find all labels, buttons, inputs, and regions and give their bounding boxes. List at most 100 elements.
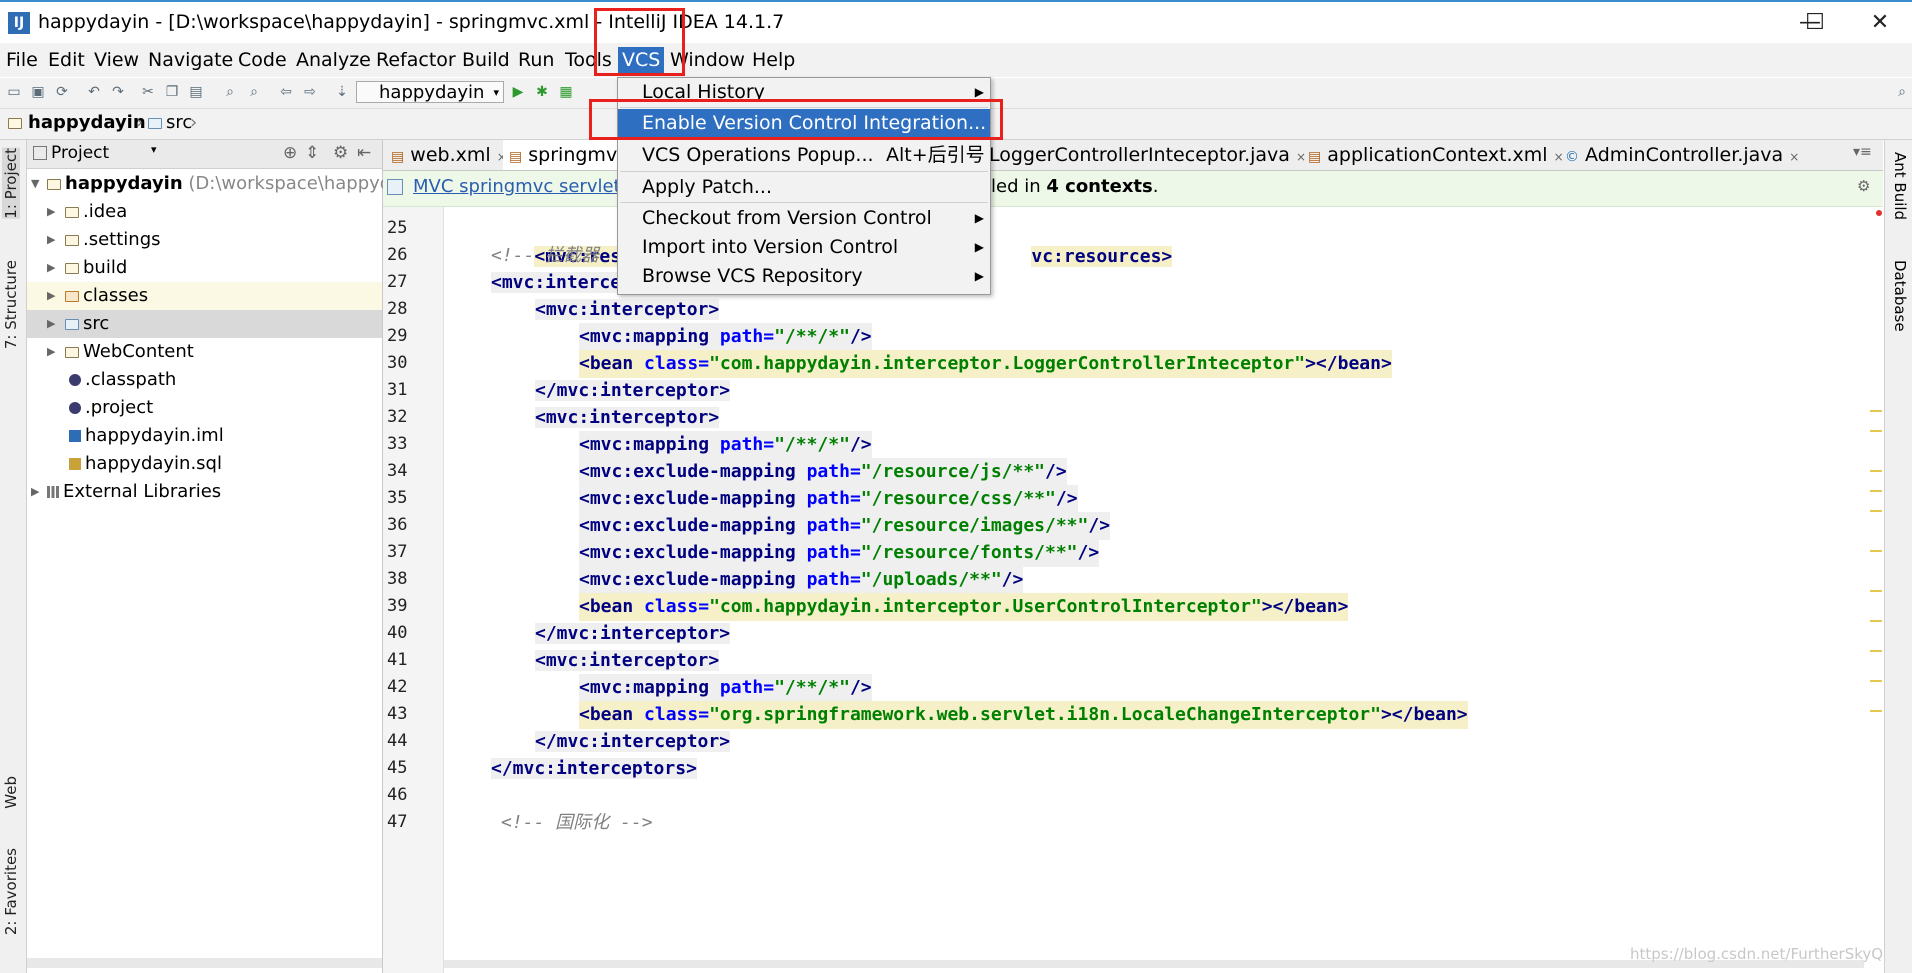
build-icon[interactable]: ⇣ [334, 84, 350, 100]
gear-icon[interactable]: ⚙ [333, 143, 348, 163]
configure-icon[interactable]: ⚙ [1857, 177, 1870, 195]
tree-item[interactable]: ▶ build [27, 254, 382, 282]
menu-file[interactable]: File [6, 49, 38, 71]
context-link[interactable]: MVC springmvc servlet [413, 176, 621, 197]
chevron-right-icon[interactable]: ▶ [31, 478, 41, 506]
tab-favorites[interactable]: 2: Favorites [2, 848, 20, 935]
tree-item[interactable]: happydayin.sql [27, 450, 382, 478]
stripe-mark[interactable] [1870, 430, 1882, 432]
tree-item[interactable]: ▶ classes [27, 282, 382, 310]
line-number: 33 [387, 434, 408, 454]
xml-value: "org.springframework.web.servlet.i18n.Lo… [709, 704, 1381, 725]
menu-item-import[interactable]: Import into Version Control ▶ [618, 233, 990, 261]
code-editor[interactable]: 25 26 27 28 29 30 31 32 33 34 35 36 37 3… [383, 207, 1883, 973]
error-stripe-icon[interactable] [1876, 210, 1882, 216]
menu-run[interactable]: Run [518, 49, 554, 71]
find-icon[interactable]: ⌕ [222, 84, 238, 100]
tree-item[interactable]: ▶ External Libraries [27, 478, 382, 506]
maximize-button[interactable]: ☐ [1785, 8, 1845, 38]
tree-item[interactable]: ▶ WebContent [27, 338, 382, 366]
menu-edit[interactable]: Edit [48, 49, 85, 71]
stripe-mark[interactable] [1870, 550, 1882, 552]
paste-icon[interactable]: ▤ [188, 84, 204, 100]
xml-attr: path= [806, 542, 861, 563]
xml-value: "/**/*" [774, 326, 850, 347]
close-icon[interactable]: × [1789, 150, 1799, 164]
run-icon[interactable]: ▶ [510, 84, 526, 100]
menu-refactor[interactable]: Refactor [376, 49, 456, 71]
line-number: 40 [387, 623, 408, 643]
tab-admin-controller[interactable]: © AdminController.java × [1559, 140, 1805, 170]
redo-icon[interactable]: ↷ [110, 84, 126, 100]
error-stripe[interactable] [1870, 390, 1882, 750]
breadcrumb-src[interactable]: src [166, 112, 192, 133]
stripe-mark[interactable] [1870, 680, 1882, 682]
menu-item-apply-patch[interactable]: Apply Patch... [618, 173, 990, 201]
tree-item[interactable]: happydayin.iml [27, 422, 382, 450]
stripe-mark[interactable] [1870, 710, 1882, 712]
code-line-44: </mvc:interceptor> [535, 728, 731, 756]
chevron-down-icon[interactable]: ▼ [31, 170, 41, 198]
menu-code[interactable]: Code [238, 49, 287, 71]
chevron-right-icon[interactable]: ▶ [47, 282, 57, 310]
tab-logger-interceptor[interactable]: LoggerControllerInteceptor.java × [983, 140, 1312, 170]
stripe-mark[interactable] [1870, 590, 1882, 592]
menu-help[interactable]: Help [752, 49, 795, 71]
menu-navigate[interactable]: Navigate [148, 49, 233, 71]
debug-icon[interactable]: ✱ [534, 84, 550, 100]
run-config-select[interactable]: happydayin ▾ [356, 81, 504, 103]
chevron-right-icon[interactable]: ▶ [47, 226, 57, 254]
tree-item[interactable]: .project [27, 394, 382, 422]
menu-item-vcs-popup[interactable]: VCS Operations Popup... Alt+后引号 [618, 141, 990, 169]
menu-item-browse[interactable]: Browse VCS Repository ▶ [618, 262, 990, 290]
replace-icon[interactable]: ⌕ [246, 84, 262, 100]
tree-item[interactable]: ▶ .idea [27, 198, 382, 226]
chevron-right-icon[interactable]: ▶ [47, 198, 57, 226]
chevron-right-icon[interactable]: ▶ [47, 338, 57, 366]
back-icon[interactable]: ⇦ [278, 84, 294, 100]
menu-item-checkout[interactable]: Checkout from Version Control ▶ [618, 204, 990, 232]
cut-icon[interactable]: ✂ [140, 84, 156, 100]
menu-view[interactable]: View [94, 49, 139, 71]
chevron-down-icon[interactable]: ▾ [151, 143, 157, 156]
sync-icon[interactable]: ⟳ [54, 84, 70, 100]
stripe-mark[interactable] [1870, 490, 1882, 492]
tab-database[interactable]: Database [1891, 260, 1909, 332]
save-icon[interactable]: ▣ [30, 84, 46, 100]
menu-analyze[interactable]: Analyze [296, 49, 371, 71]
tree-item-selected[interactable]: ▶ src [27, 310, 382, 338]
tree-item[interactable]: ▶ .settings [27, 226, 382, 254]
tree-root[interactable]: ▼ happydayin (D:\workspace\happydayin) [27, 170, 436, 198]
tab-application-context[interactable]: ▤ applicationContext.xml × [1302, 140, 1570, 170]
xml-tag: <mvc:exclude-mapping [579, 488, 796, 509]
hide-panel-icon[interactable]: ⇤ [357, 143, 371, 163]
tree-item[interactable]: .classpath [27, 366, 382, 394]
tab-project[interactable]: 1: Project [2, 148, 20, 219]
stripe-mark[interactable] [1870, 470, 1882, 472]
stripe-mark[interactable] [1870, 410, 1882, 412]
project-view-title[interactable]: Project [51, 143, 109, 163]
undo-icon[interactable]: ↶ [86, 84, 102, 100]
stripe-mark[interactable] [1870, 510, 1882, 512]
copy-icon[interactable]: ❐ [164, 84, 180, 100]
menu-build[interactable]: Build [462, 49, 510, 71]
forward-icon[interactable]: ⇨ [302, 84, 318, 100]
xml-tag: <mvc:mapping [579, 677, 710, 698]
breadcrumb-project[interactable]: happydayin [28, 112, 146, 133]
search-everywhere-icon[interactable]: ⌕ [1894, 84, 1910, 100]
tab-structure[interactable]: 7: Structure [2, 260, 20, 349]
project-panel-scrollbar[interactable] [27, 958, 382, 968]
tab-web[interactable]: Web [2, 776, 20, 809]
tab-web-xml[interactable]: ▤ web.xml × [385, 140, 513, 170]
tab-list-icon[interactable]: ▾≡ [1853, 144, 1872, 160]
chevron-right-icon[interactable]: ▶ [47, 254, 57, 282]
tab-ant-build[interactable]: Ant Build [1891, 152, 1909, 220]
coverage-icon[interactable]: ▦ [558, 84, 574, 100]
stripe-mark[interactable] [1870, 620, 1882, 622]
close-button[interactable]: ✕ [1850, 8, 1910, 38]
scroll-from-source-icon[interactable]: ⊕ [283, 143, 297, 163]
open-icon[interactable]: ▭ [6, 84, 22, 100]
chevron-right-icon[interactable]: ▶ [47, 310, 57, 338]
collapse-all-icon[interactable]: ⇕ [305, 143, 319, 163]
stripe-mark[interactable] [1870, 650, 1882, 652]
